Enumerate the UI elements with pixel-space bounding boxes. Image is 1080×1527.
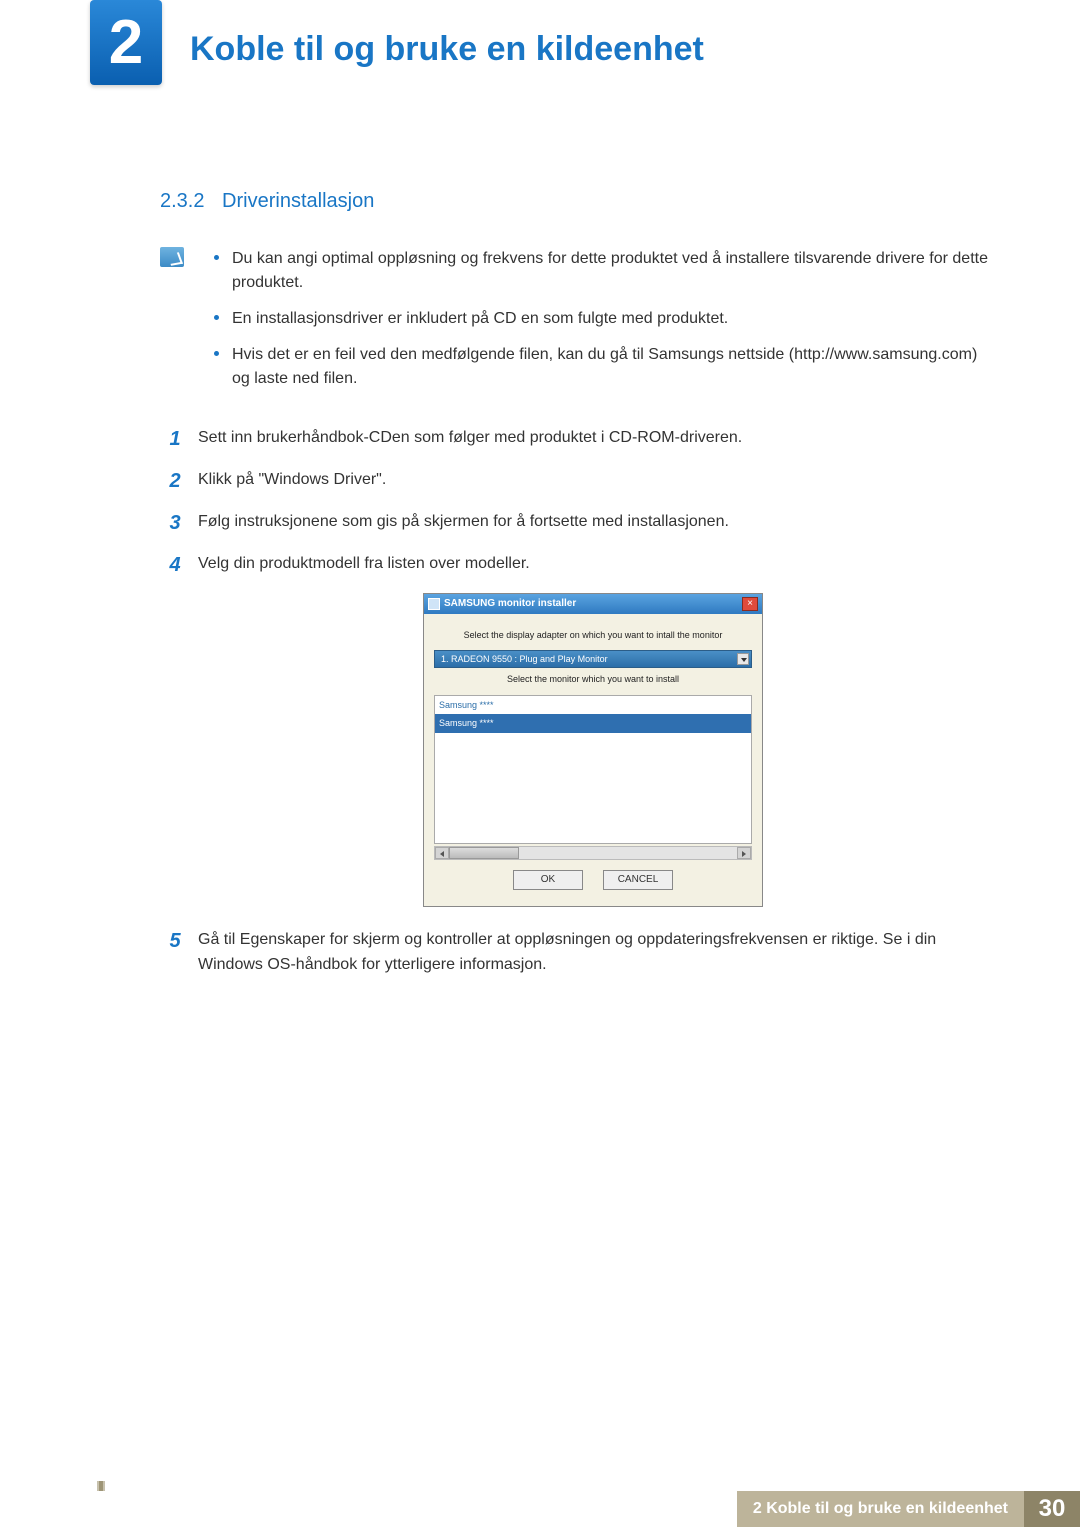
step-number: 1: [160, 423, 190, 455]
scroll-track[interactable]: [519, 847, 737, 859]
note-icon: [160, 247, 190, 403]
step-number: 5: [160, 925, 190, 978]
subsection-number: 2.3.2: [160, 190, 204, 212]
document-page: 2 Koble til og bruke en kildeenhet 2.3.2…: [0, 0, 1080, 1527]
page-number: 30: [1024, 1491, 1080, 1527]
step-text: Klikk på "Windows Driver".: [190, 465, 990, 497]
page-content: 2.3.2 Driverinstallasjon Du kan angi opt…: [160, 190, 990, 988]
installer-dialog: SAMSUNG monitor installer × Select the d…: [423, 593, 763, 907]
step-item: 2 Klikk på "Windows Driver".: [160, 465, 990, 497]
note-item: Hvis det er en feil ved den medfølgende …: [210, 343, 990, 391]
chapter-number: 2: [109, 12, 143, 74]
step-number: 3: [160, 507, 190, 539]
list-item[interactable]: Samsung ****: [435, 714, 751, 732]
window-icon: [428, 598, 440, 610]
horizontal-scrollbar[interactable]: [434, 846, 752, 860]
step-number: 4: [160, 549, 190, 581]
note-item: Du kan angi optimal oppløsning og frekve…: [210, 247, 990, 295]
adapter-value: 1. RADEON 9550 : Plug and Play Monitor: [441, 652, 608, 666]
dialog-title: SAMSUNG monitor installer: [444, 596, 742, 612]
dialog-label: Select the display adapter on which you …: [434, 628, 752, 642]
scroll-right-icon[interactable]: [737, 847, 751, 859]
list-item[interactable]: Samsung ****: [435, 696, 751, 714]
dialog-screenshot: SAMSUNG monitor installer × Select the d…: [196, 593, 990, 907]
monitor-list[interactable]: Samsung **** Samsung ****: [434, 695, 752, 844]
step-text: Følg instruksjonene som gis på skjermen …: [190, 507, 990, 539]
adapter-select[interactable]: 1. RADEON 9550 : Plug and Play Monitor: [434, 650, 752, 668]
dialog-buttons: OK CANCEL: [434, 860, 752, 896]
chevron-down-icon: [737, 653, 749, 665]
step-number: 2: [160, 465, 190, 497]
ok-button[interactable]: OK: [513, 870, 583, 890]
page-header: 2 Koble til og bruke en kildeenhet: [0, 0, 1080, 110]
left-rail-inner: [99, 1481, 103, 1491]
steps-list: 1 Sett inn brukerhåndbok-CDen som følger…: [160, 423, 990, 978]
step-item: 5 Gå til Egenskaper for skjerm og kontro…: [160, 925, 990, 978]
dialog-body: Select the display adapter on which you …: [424, 614, 762, 906]
step-text: Sett inn brukerhåndbok-CDen som følger m…: [190, 423, 990, 455]
scroll-left-icon[interactable]: [435, 847, 449, 859]
step-text: Velg din produktmodell fra listen over m…: [190, 549, 990, 581]
step-text: Gå til Egenskaper for skjerm og kontroll…: [190, 925, 990, 978]
footer-bar: 2 Koble til og bruke en kildeenhet 30: [105, 1491, 1080, 1527]
step-item: 1 Sett inn brukerhåndbok-CDen som følger…: [160, 423, 990, 455]
scroll-thumb[interactable]: [449, 847, 519, 859]
subsection-title: Driverinstallasjon: [222, 190, 374, 212]
footer-title: 2 Koble til og bruke en kildeenhet: [737, 1491, 1024, 1527]
page-footer: 2 Koble til og bruke en kildeenhet 30: [0, 1481, 1080, 1527]
step-item: 4 Velg din produktmodell fra listen over…: [160, 549, 990, 581]
dialog-titlebar: SAMSUNG monitor installer ×: [424, 594, 762, 614]
step-item: 3 Følg instruksjonene som gis på skjerme…: [160, 507, 990, 539]
chapter-badge: 2: [90, 0, 162, 85]
note-item: En installasjonsdriver er inkludert på C…: [210, 307, 990, 331]
cancel-button[interactable]: CANCEL: [603, 870, 673, 890]
dialog-label: Select the monitor which you want to ins…: [434, 672, 752, 686]
close-icon[interactable]: ×: [742, 597, 758, 611]
note-list: Du kan angi optimal oppløsning og frekve…: [210, 247, 990, 403]
list-blank: [435, 733, 751, 843]
note-block: Du kan angi optimal oppløsning og frekve…: [160, 247, 990, 403]
subsection-heading: 2.3.2 Driverinstallasjon: [160, 190, 990, 213]
chapter-title: Koble til og bruke en kildeenhet: [190, 30, 704, 69]
